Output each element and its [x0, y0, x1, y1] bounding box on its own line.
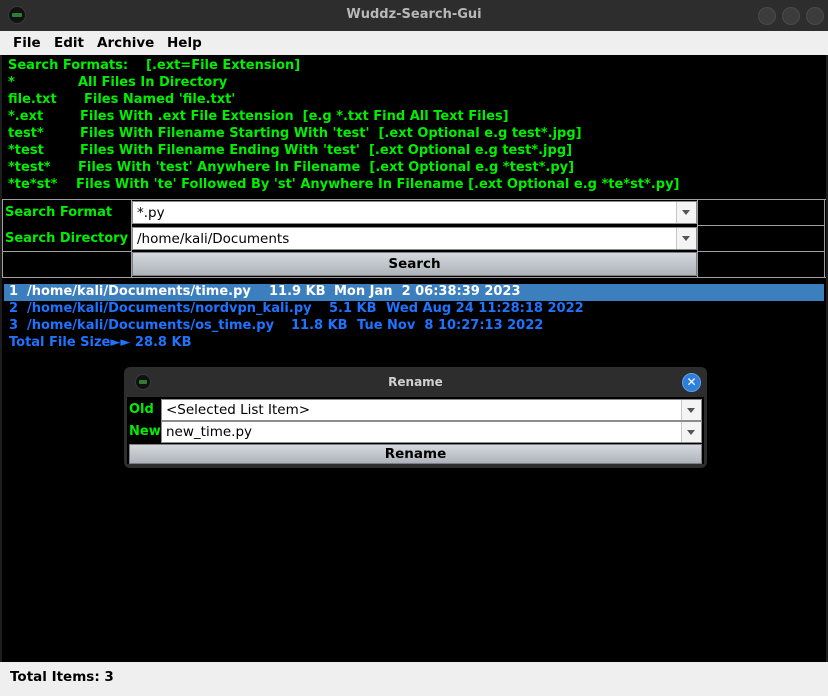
help-header-desc: [.ext=File Extension] — [146, 58, 301, 73]
chevron-down-icon[interactable] — [681, 422, 701, 442]
minimize-button[interactable] — [758, 7, 776, 25]
list-item[interactable]: 1 /home/kali/Documents/time.py 11.9 KB M… — [4, 284, 824, 301]
help-key: *test* — [8, 160, 51, 175]
total-file-size-text: Total File Size►► 28.8 KB — [9, 335, 192, 350]
divider — [2, 277, 826, 278]
close-icon[interactable]: ✕ — [682, 373, 701, 392]
list-item[interactable]: 3 /home/kali/Documents/os_time.py 11.8 K… — [4, 318, 824, 335]
help-key: *test — [8, 143, 44, 158]
title-bar: Wuddz-Search-Gui — [0, 0, 828, 32]
divider — [824, 199, 825, 277]
help-key: test* — [8, 126, 44, 141]
chevron-down-icon[interactable] — [676, 202, 696, 223]
search-directory-value: /home/kali/Documents — [137, 231, 290, 247]
divider — [2, 199, 3, 277]
result-num: 2 — [9, 301, 19, 316]
help-desc: Files Named 'file.txt' — [84, 92, 236, 107]
result-date: Wed Aug 24 11:28:18 2022 — [386, 301, 584, 316]
result-date: Tue Nov 8 10:27:13 2022 — [357, 318, 544, 333]
help-key: *te*st* — [8, 177, 58, 192]
old-name-value: <Selected List Item> — [166, 402, 311, 418]
help-key: * — [8, 75, 15, 90]
new-name-combobox[interactable]: new_time.py — [161, 421, 702, 443]
divider — [2, 199, 826, 200]
total-items-text: Total Items: 3 — [10, 669, 114, 685]
result-path: /home/kali/Documents/nordvpn_kali.py — [27, 301, 312, 316]
dialog-body: Old <Selected List Item> New new_time.py… — [127, 397, 704, 464]
menu-archive[interactable]: Archive — [97, 35, 154, 51]
help-desc: Files With Filename Ending With 'test' [… — [80, 143, 573, 158]
help-desc: Files With Filename Starting With 'test'… — [80, 126, 582, 141]
result-num: 3 — [9, 318, 19, 333]
list-item[interactable]: 2 /home/kali/Documents/nordvpn_kali.py 5… — [4, 301, 824, 318]
result-date: Mon Jan 2 06:38:39 2023 — [334, 284, 521, 299]
old-name-combobox[interactable]: <Selected List Item> — [161, 399, 702, 421]
result-size: 5.1 KB — [329, 301, 377, 316]
chevron-down-icon[interactable] — [676, 228, 696, 249]
menu-file[interactable]: File — [13, 35, 41, 51]
window-title: Wuddz-Search-Gui — [346, 7, 482, 22]
help-key: file.txt — [8, 92, 57, 107]
new-label: New — [129, 424, 161, 439]
maximize-button[interactable] — [782, 7, 800, 25]
total-file-size: Total File Size►► 28.8 KB — [4, 335, 824, 352]
help-key: *.ext — [8, 109, 44, 124]
menu-bar: File Edit Archive Help — [0, 31, 828, 55]
divider — [2, 251, 132, 252]
chevron-down-icon[interactable] — [681, 400, 701, 420]
search-directory-label: Search Directory — [5, 231, 129, 246]
search-button[interactable]: Search — [132, 252, 697, 276]
result-path: /home/kali/Documents/os_time.py — [27, 318, 275, 333]
result-size: 11.8 KB — [291, 318, 348, 333]
divider — [697, 225, 825, 226]
menu-edit[interactable]: Edit — [54, 35, 84, 51]
rename-button[interactable]: Rename — [129, 444, 702, 464]
menu-help[interactable]: Help — [167, 35, 202, 51]
search-format-value: *.py — [137, 205, 165, 221]
result-num: 1 — [9, 284, 19, 299]
old-label: Old — [129, 402, 154, 417]
help-desc: Files With 'te' Followed By 'st' Anywher… — [76, 177, 680, 192]
result-size: 11.9 KB — [269, 284, 326, 299]
main-content: Search Formats: [.ext=File Extension] * … — [2, 55, 826, 662]
search-directory-combobox[interactable]: /home/kali/Documents — [132, 227, 697, 250]
close-window-button[interactable] — [806, 7, 824, 25]
help-desc: Files With .ext File Extension [e.g *.tx… — [80, 109, 509, 124]
rename-dialog: Rename ✕ Old <Selected List Item> New ne… — [124, 367, 707, 468]
status-bar: Total Items: 3 — [0, 662, 828, 696]
help-desc: Files With 'test' Anywhere In Filename [… — [78, 160, 575, 175]
new-name-value: new_time.py — [166, 424, 253, 440]
divider — [697, 199, 698, 277]
dialog-title: Rename — [388, 375, 443, 389]
result-path: /home/kali/Documents/time.py — [27, 284, 251, 299]
search-format-label: Search Format — [5, 205, 113, 220]
help-desc: All Files In Directory — [78, 75, 228, 90]
help-header-key: Search Formats: — [8, 58, 129, 73]
search-format-combobox[interactable]: *.py — [132, 201, 697, 224]
divider — [697, 251, 825, 252]
